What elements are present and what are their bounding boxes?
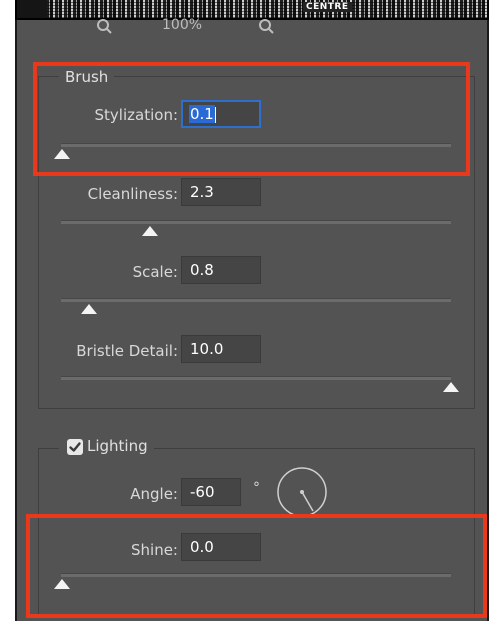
cleanliness-input[interactable]: 2.3: [181, 178, 261, 206]
zoom-out-icon[interactable]: [95, 18, 115, 38]
left-margin: [0, 0, 15, 621]
bristle-detail-label: Bristle Detail:: [76, 342, 178, 360]
degree-symbol: °: [253, 480, 260, 496]
scale-slider-track[interactable]: [61, 298, 451, 302]
zoom-level: 100%: [162, 17, 203, 33]
cleanliness-label: Cleanliness:: [87, 185, 178, 203]
bristle-detail-input[interactable]: 10.0: [181, 335, 261, 363]
angle-input[interactable]: -60: [181, 478, 241, 506]
cleanliness-slider-track[interactable]: [61, 220, 451, 224]
angle-label: Angle:: [130, 485, 178, 503]
preview-image: CENTRE: [15, 0, 489, 20]
lighting-checkbox[interactable]: [67, 439, 83, 455]
oil-paint-panel: 100% Brush Stylization: 0.1 Cleanliness:…: [15, 17, 489, 621]
zoom-in-icon[interactable]: [257, 18, 277, 38]
scale-slider-thumb[interactable]: [81, 304, 97, 314]
right-margin: [489, 0, 499, 621]
bristle-detail-slider-track[interactable]: [61, 376, 451, 380]
shine-highlight-box: [26, 514, 487, 618]
cleanliness-slider-thumb[interactable]: [142, 226, 158, 236]
scale-label: Scale:: [132, 263, 178, 281]
angle-dial[interactable]: [276, 466, 328, 518]
brush-highlight-box: [33, 62, 470, 176]
bristle-detail-slider-thumb[interactable]: [443, 382, 459, 392]
preview-caption: CENTRE: [303, 2, 352, 12]
scale-input[interactable]: 0.8: [181, 256, 261, 284]
zoom-controls: 100%: [17, 17, 487, 42]
